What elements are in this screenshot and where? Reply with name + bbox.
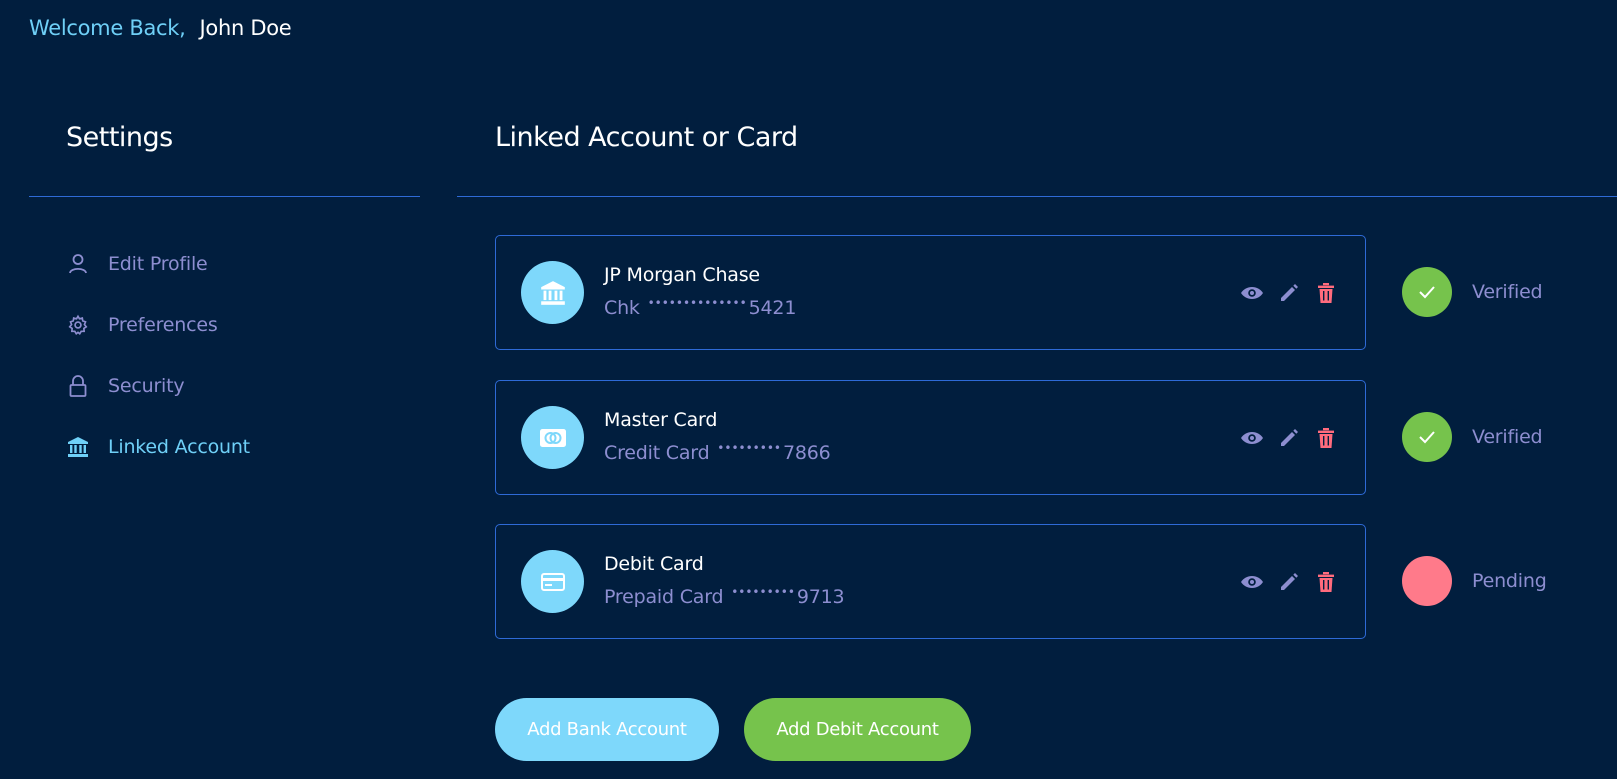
account-name: Master Card [604,409,718,431]
sidebar-title: Settings [66,122,173,153]
sidebar-item-preferences[interactable]: Preferences [66,311,250,338]
account-type: Chk [604,297,640,319]
linked-account-card: JP Morgan Chase Chk •••••••••••••• 5421 [495,235,1366,350]
delete-icon[interactable] [1313,425,1339,451]
account-detail: Credit Card ••••••••• 7866 [604,441,831,464]
account-type: Credit Card [604,442,710,464]
page-title: Linked Account or Card [495,122,798,153]
user-icon [66,252,90,276]
account-name: Debit Card [604,553,704,575]
status-label: Verified [1472,426,1543,448]
edit-icon[interactable] [1276,425,1302,451]
sidebar-item-security[interactable]: Security [66,372,250,399]
linked-account-card: Master Card Credit Card ••••••••• 7866 [495,380,1366,495]
account-actions [1239,569,1350,595]
account-status: Pending [1402,555,1617,607]
edit-icon[interactable] [1276,569,1302,595]
delete-icon[interactable] [1313,569,1339,595]
account-name: JP Morgan Chase [604,264,760,286]
debit-card-icon [521,550,584,613]
settings-page: Welcome Back, John Doe Settings Linked Ac… [0,0,1617,779]
eye-icon[interactable] [1239,425,1265,451]
account-mask: ••••••••• [717,441,781,455]
add-bank-account-button[interactable]: Add Bank Account [495,698,719,761]
eye-icon[interactable] [1239,280,1265,306]
main-divider [457,196,1617,197]
account-status: Verified [1402,266,1617,318]
linked-account-card: Debit Card Prepaid Card ••••••••• 9713 [495,524,1366,639]
edit-icon[interactable] [1276,280,1302,306]
pending-indicator [1402,556,1452,606]
account-actions [1239,425,1350,451]
account-detail: Prepaid Card ••••••••• 9713 [604,585,845,608]
check-icon [1402,412,1452,462]
eye-icon[interactable] [1239,569,1265,595]
account-last4: 7866 [782,442,831,464]
gear-icon [66,313,90,337]
welcome-text: Welcome Back, [29,16,186,40]
sidebar-item-label: Security [108,374,185,397]
account-mask: ••••••••• [731,585,795,599]
sidebar-item-linked-account[interactable]: Linked Account [66,433,250,460]
sidebar-item-label: Linked Account [108,435,250,458]
sidebar-item-edit-profile[interactable]: Edit Profile [66,250,250,277]
lock-icon [66,374,90,398]
delete-icon[interactable] [1313,280,1339,306]
sidebar-item-label: Preferences [108,313,218,336]
account-last4: 5421 [748,297,797,319]
account-last4: 9713 [796,586,845,608]
sidebar-divider [29,196,420,197]
credit-card-icon [521,406,584,469]
account-detail: Chk •••••••••••••• 5421 [604,296,796,319]
sidebar-nav: Edit Profile Preferences Security Linked… [66,250,250,494]
status-label: Verified [1472,281,1543,303]
user-name: John Doe [199,16,292,40]
sidebar-item-label: Edit Profile [108,252,208,275]
check-icon [1402,267,1452,317]
status-label: Pending [1472,570,1547,592]
welcome-message: Welcome Back, John Doe [29,16,292,40]
account-status: Verified [1402,411,1617,463]
account-type: Prepaid Card [604,586,724,608]
bank-icon [66,435,90,459]
add-debit-account-button[interactable]: Add Debit Account [744,698,971,761]
account-actions [1239,280,1350,306]
account-mask: •••••••••••••• [647,296,747,310]
bank-icon [521,261,584,324]
